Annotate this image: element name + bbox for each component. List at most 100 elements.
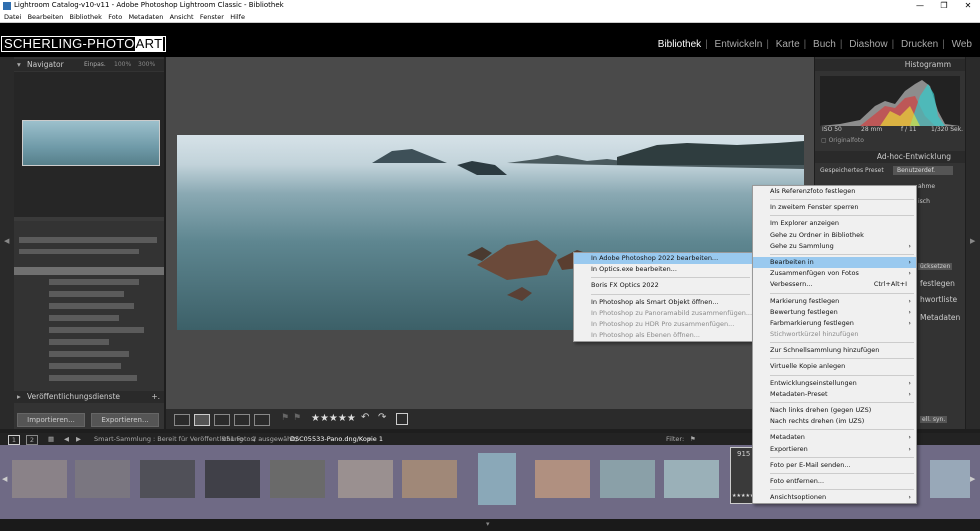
reset-all-button[interactable]: ücksetzen xyxy=(918,263,953,270)
forward-arrow-icon[interactable]: ▶ xyxy=(76,433,81,445)
rotate-right-icon[interactable]: ↷ xyxy=(378,412,386,423)
main-window-button[interactable]: 1 xyxy=(8,435,20,445)
filmstrip-thumbnail[interactable] xyxy=(338,460,393,498)
menu-datei[interactable]: Datei xyxy=(4,12,21,22)
collapse-right-icon[interactable]: ▶ xyxy=(970,237,975,245)
filmstrip-thumbnail[interactable] xyxy=(75,460,130,498)
back-arrow-icon[interactable]: ◀ xyxy=(64,433,69,445)
import-button[interactable]: Importieren... xyxy=(17,413,85,427)
ctx-item[interactable]: Virtuelle Kopie anlegen xyxy=(753,361,916,372)
ctx-item[interactable]: Zur Schnellsammlung hinzufügen xyxy=(753,345,916,356)
loupe-view[interactable] xyxy=(166,57,814,409)
module-buch[interactable]: Buch xyxy=(813,39,836,50)
saved-preset-select[interactable]: Benutzerdef. xyxy=(893,166,953,175)
ctx-item[interactable]: Im Explorer anzeigen xyxy=(753,218,916,229)
filmstrip-thumbnail[interactable] xyxy=(140,460,195,498)
ctx-item[interactable]: Metadaten › xyxy=(753,432,916,443)
menu-item-label: Als Referenzfoto festlegen xyxy=(770,187,856,195)
navigator-header[interactable]: ▾ Navigator Einpas. 100% 300% xyxy=(14,59,164,71)
survey-view-icon[interactable] xyxy=(234,414,250,426)
ctx-item[interactable]: Exportieren › xyxy=(753,444,916,455)
ctx-item[interactable]: Verbessern... Ctrl+Alt+I xyxy=(753,279,916,290)
menu-foto[interactable]: Foto xyxy=(108,12,122,22)
module-web[interactable]: Web xyxy=(952,39,972,50)
histogram-header[interactable]: Histogramm xyxy=(815,59,965,71)
ctx-item[interactable]: Gehe zu Sammlung › xyxy=(753,241,916,252)
menu-metadaten[interactable]: Metadaten xyxy=(128,12,163,22)
ctx-item[interactable]: Ansichtsoptionen › xyxy=(753,492,916,503)
module-bibliothek[interactable]: Bibliothek xyxy=(658,39,701,50)
filmstrip-thumbnail[interactable] xyxy=(402,460,457,498)
filmstrip-source[interactable]: Smart-Sammlung : Bereit für Veröffentlic… xyxy=(94,433,243,445)
filmstrip-thumbnail[interactable] xyxy=(600,460,655,498)
export-button[interactable]: Exportieren... xyxy=(91,413,159,427)
ctx-item[interactable]: Als Referenzfoto festlegen xyxy=(753,186,916,197)
module-diashow[interactable]: Diashow xyxy=(849,39,887,50)
filmstrip-thumbnail[interactable] xyxy=(12,460,67,498)
filmstrip-thumbnail[interactable] xyxy=(205,460,260,498)
rating-stars[interactable]: ★★★★★ xyxy=(311,413,356,424)
filmstrip-thumbnail[interactable] xyxy=(930,460,970,498)
filmstrip-thumbnail[interactable] xyxy=(270,460,325,498)
filter-flag-icon[interactable]: ⚑ xyxy=(690,433,696,445)
filmstrip-scroll-right-icon[interactable]: ▶ xyxy=(970,475,975,483)
ctx-item[interactable]: In zweitem Fenster sperren xyxy=(753,202,916,213)
grid-view-icon[interactable] xyxy=(174,414,190,426)
loupe-view-icon[interactable] xyxy=(194,414,210,426)
ctx-item[interactable]: Nach rechts drehen (im UZS) xyxy=(753,416,916,427)
second-window-button[interactable]: 2 xyxy=(26,435,38,445)
filmstrip-thumbnail[interactable] xyxy=(478,453,516,505)
menu-hilfe[interactable]: Hilfe xyxy=(230,12,245,22)
reject-flag-icon[interactable]: ⚑ xyxy=(293,413,301,423)
ctx-item[interactable]: Farbmarkierung festlegen › xyxy=(753,318,916,329)
menu-ansicht[interactable]: Ansicht xyxy=(170,12,194,22)
quick-develop-header[interactable]: Ad-hoc-Entwicklung xyxy=(815,151,965,163)
grid-icon[interactable]: ▦ xyxy=(48,433,54,445)
ctx-item[interactable]: Metadaten-Preset › xyxy=(753,389,916,400)
ctx-item[interactable]: Foto per E-Mail senden... xyxy=(753,460,916,471)
filmstrip-thumbnail[interactable] xyxy=(535,460,590,498)
module-entwickeln[interactable]: Entwickeln xyxy=(715,39,763,50)
menu-bibliothek[interactable]: Bibliothek xyxy=(70,12,102,22)
zoom-fit-option[interactable]: Einpas. xyxy=(84,59,106,71)
maximize-button[interactable]: ❐ xyxy=(932,0,956,12)
keyword-list-header[interactable]: hwortliste xyxy=(920,295,957,304)
module-drucken[interactable]: Drucken xyxy=(901,39,938,50)
ctx-item[interactable]: Gehe zu Ordner in Bibliothek xyxy=(753,230,916,241)
ctx-item[interactable]: Foto entfernen... xyxy=(753,476,916,487)
ps-item[interactable]: In Optics.exe bearbeiten... xyxy=(574,264,752,275)
histogram-graph[interactable] xyxy=(820,76,960,126)
menu-fenster[interactable]: Fenster xyxy=(200,12,224,22)
collapse-bottom-icon[interactable]: ▾ xyxy=(486,520,490,528)
publish-services-header[interactable]: ▸ Veröffentlichungsdienste +. xyxy=(14,391,164,403)
compare-view-icon[interactable] xyxy=(214,414,230,426)
module-karte[interactable]: Karte xyxy=(776,39,800,50)
collapse-left-icon[interactable]: ◀ xyxy=(4,237,9,245)
people-view-icon[interactable] xyxy=(254,414,270,426)
ctx-item[interactable]: Entwicklungseinstellungen › xyxy=(753,378,916,389)
ps-item[interactable]: In Photoshop als Smart Objekt öffnen... xyxy=(574,297,752,308)
sync-button[interactable]: ell. syn. xyxy=(920,416,948,423)
chevron-down-icon[interactable]: ▾ xyxy=(368,433,371,445)
minimize-button[interactable]: — xyxy=(908,0,932,12)
add-publish-service-button[interactable]: +. xyxy=(151,391,160,403)
close-button[interactable]: ✕ xyxy=(956,0,980,12)
rotate-left-icon[interactable]: ↶ xyxy=(361,412,369,423)
filmstrip-thumbnail[interactable] xyxy=(664,460,719,498)
ctx-item[interactable]: Nach links drehen (gegen UZS) xyxy=(753,405,916,416)
ctx-item[interactable]: Bearbeiten in › xyxy=(753,256,916,269)
ps-item[interactable]: In Adobe Photoshop 2022 bearbeiten... xyxy=(574,253,752,265)
navigator-thumbnail[interactable] xyxy=(22,120,160,166)
filmstrip-scroll-left-icon[interactable]: ◀ xyxy=(2,475,7,483)
ctx-item[interactable]: Bewertung festlegen › xyxy=(753,307,916,318)
keywording-header[interactable]: festlegen xyxy=(920,279,955,288)
crop-overlay-icon[interactable] xyxy=(396,413,408,425)
flag-icon[interactable]: ⚑ xyxy=(281,413,289,423)
ctx-item[interactable]: Markierung festlegen › xyxy=(753,296,916,307)
ctx-item[interactable]: Zusammenfügen von Fotos › xyxy=(753,268,916,279)
zoom-300-option[interactable]: 300% xyxy=(138,59,155,71)
ps-item[interactable]: Boris FX Optics 2022 xyxy=(574,280,752,291)
zoom-100-option[interactable]: 100% xyxy=(114,59,131,71)
metadata-header[interactable]: Metadaten xyxy=(920,313,960,322)
menu-bearbeiten[interactable]: Bearbeiten xyxy=(28,12,64,22)
